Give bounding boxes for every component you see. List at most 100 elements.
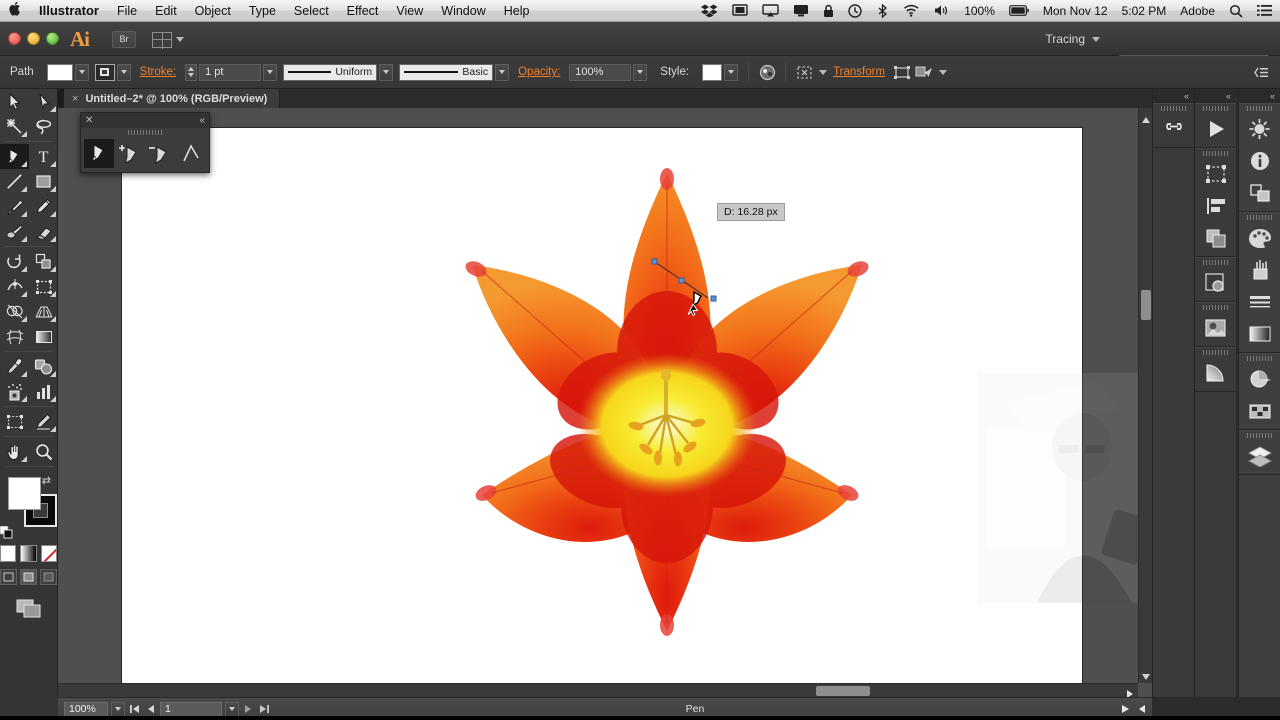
stroke-swatch[interactable] <box>94 63 115 81</box>
layers-panel-icon[interactable] <box>1239 440 1280 472</box>
play-icon[interactable] <box>1119 702 1132 716</box>
perspective-grid-tool[interactable] <box>29 299 58 324</box>
align-icon[interactable] <box>891 62 913 82</box>
menu-help[interactable]: Help <box>495 0 539 22</box>
full-screen-with-menu-button[interactable] <box>20 569 37 585</box>
delete-anchor-point-tool[interactable] <box>146 139 176 168</box>
panel-grip[interactable] <box>1239 213 1280 222</box>
color-swatch-button[interactable] <box>0 545 17 562</box>
display-icon[interactable] <box>725 4 755 17</box>
collapse-icon[interactable]: « <box>199 115 205 126</box>
appearance-panel-icon[interactable] <box>1239 113 1280 145</box>
menubar-date[interactable]: Mon Nov 12 <box>1036 0 1115 22</box>
vertical-scrollbar[interactable] <box>1138 108 1152 683</box>
none-swatch-button[interactable] <box>40 545 57 562</box>
panel-menu-icon[interactable] <box>1250 62 1272 82</box>
stroke-label[interactable]: Stroke: <box>134 66 182 78</box>
stroke-weight-stepper[interactable] <box>185 63 198 81</box>
menubar-time[interactable]: 5:02 PM <box>1115 0 1174 22</box>
window-controls[interactable] <box>8 32 59 45</box>
fill-color-control[interactable] <box>8 477 41 510</box>
line-segment-tool[interactable] <box>0 169 29 194</box>
column-graph-tool[interactable] <box>29 379 58 404</box>
align-panel-icon[interactable] <box>1195 190 1236 222</box>
workspace-switcher[interactable]: Tracing <box>1037 30 1108 48</box>
transform-panel-icon[interactable] <box>1195 158 1236 190</box>
hand-tool[interactable] <box>0 439 29 464</box>
panel-grip[interactable] <box>81 128 209 137</box>
next-artboard-icon[interactable] <box>242 702 255 716</box>
opacity-label[interactable]: Opacity: <box>512 66 566 78</box>
stroke-color-dropdown[interactable] <box>116 63 131 81</box>
screen-share-icon[interactable] <box>786 4 816 17</box>
color-panel-icon[interactable] <box>1239 222 1280 254</box>
artboard-tool[interactable] <box>0 409 29 434</box>
menu-file[interactable]: File <box>108 0 146 22</box>
graphic-styles-panel-icon[interactable] <box>1239 177 1280 209</box>
brush-definition-dropdown[interactable] <box>495 63 510 81</box>
panel-grip[interactable] <box>1195 258 1236 267</box>
artboard-number-field[interactable]: 1 <box>160 701 222 717</box>
panel-grip[interactable] <box>1195 149 1236 158</box>
gradient-mesh-panel-icon[interactable] <box>1195 357 1236 389</box>
fill-control[interactable] <box>46 63 89 81</box>
notification-center-icon[interactable] <box>1250 4 1280 17</box>
vertical-scroll-thumb[interactable] <box>1141 290 1151 320</box>
zoom-tool[interactable] <box>29 439 58 464</box>
scale-tool[interactable] <box>29 249 58 274</box>
stroke-color-control[interactable] <box>94 63 131 81</box>
scroll-up-button[interactable] <box>1141 112 1151 123</box>
menu-edit[interactable]: Edit <box>146 0 186 22</box>
actions-panel-icon[interactable] <box>1195 113 1236 145</box>
eyedropper-tool[interactable] <box>0 354 29 379</box>
links-panel-icon[interactable] <box>1153 113 1194 145</box>
bluetooth-icon[interactable] <box>869 3 896 18</box>
gradient-swatch-button[interactable] <box>20 545 37 562</box>
current-tool-label[interactable]: Pen <box>274 703 1116 715</box>
apple-icon[interactable] <box>0 1 30 21</box>
close-window-button[interactable] <box>8 32 21 45</box>
document-tab[interactable]: × Untitled–2* @ 100% (RGB/Preview) <box>64 89 281 108</box>
go-to-bridge-button[interactable]: Br <box>112 31 136 48</box>
change-screen-mode-icon[interactable] <box>0 599 57 619</box>
width-profile-dropdown[interactable] <box>379 63 394 81</box>
battery-icon[interactable] <box>1002 5 1036 16</box>
menubar-user[interactable]: Adobe <box>1173 0 1222 22</box>
default-fill-stroke-icon[interactable] <box>0 525 13 539</box>
panel-grip[interactable] <box>1195 348 1236 357</box>
stroke-weight-value[interactable]: 1 pt <box>199 63 262 81</box>
zoom-level-dropdown[interactable] <box>111 701 125 717</box>
scroll-down-button[interactable] <box>1141 669 1151 680</box>
gradient-panel-icon[interactable] <box>1239 318 1280 350</box>
last-artboard-icon[interactable] <box>258 702 271 716</box>
rotate-tool[interactable] <box>0 249 29 274</box>
width-profile-control[interactable]: Uniform <box>283 63 394 81</box>
first-artboard-icon[interactable] <box>128 702 141 716</box>
full-screen-mode-button[interactable] <box>40 569 57 585</box>
add-anchor-point-tool[interactable] <box>115 139 145 168</box>
width-profile-preview[interactable]: Uniform <box>283 63 378 81</box>
chevron-down-icon[interactable] <box>939 69 948 75</box>
gradient-tool[interactable] <box>29 324 58 349</box>
info-panel-icon[interactable] <box>1239 145 1280 177</box>
menu-object[interactable]: Object <box>186 0 240 22</box>
menu-view[interactable]: View <box>387 0 432 22</box>
collapse-panel-icon[interactable]: « <box>1195 89 1236 103</box>
pen-panel-titlebar[interactable]: ✕ « <box>81 113 209 128</box>
shape-builder-tool[interactable] <box>0 299 29 324</box>
pen-tool[interactable] <box>0 144 29 169</box>
panel-grip[interactable] <box>1239 104 1280 113</box>
scroll-right-button[interactable] <box>1124 686 1134 697</box>
brush-preview[interactable]: Basic <box>399 63 494 81</box>
artboard[interactable]: D: 16.28 px <box>122 128 1147 690</box>
magic-wand-tool[interactable] <box>0 114 29 139</box>
type-tool[interactable]: T <box>29 144 58 169</box>
close-icon[interactable]: × <box>72 93 78 105</box>
draw-mode-icon[interactable] <box>913 62 935 82</box>
swap-fill-stroke-icon[interactable]: ⇄ <box>42 474 51 487</box>
collapse-panel-icon[interactable]: « <box>1239 89 1280 103</box>
airplay-icon[interactable] <box>755 4 786 17</box>
zoom-level-field[interactable]: 100% <box>64 701 108 717</box>
horizontal-scrollbar[interactable] <box>58 683 1138 697</box>
time-machine-icon[interactable] <box>841 3 869 18</box>
